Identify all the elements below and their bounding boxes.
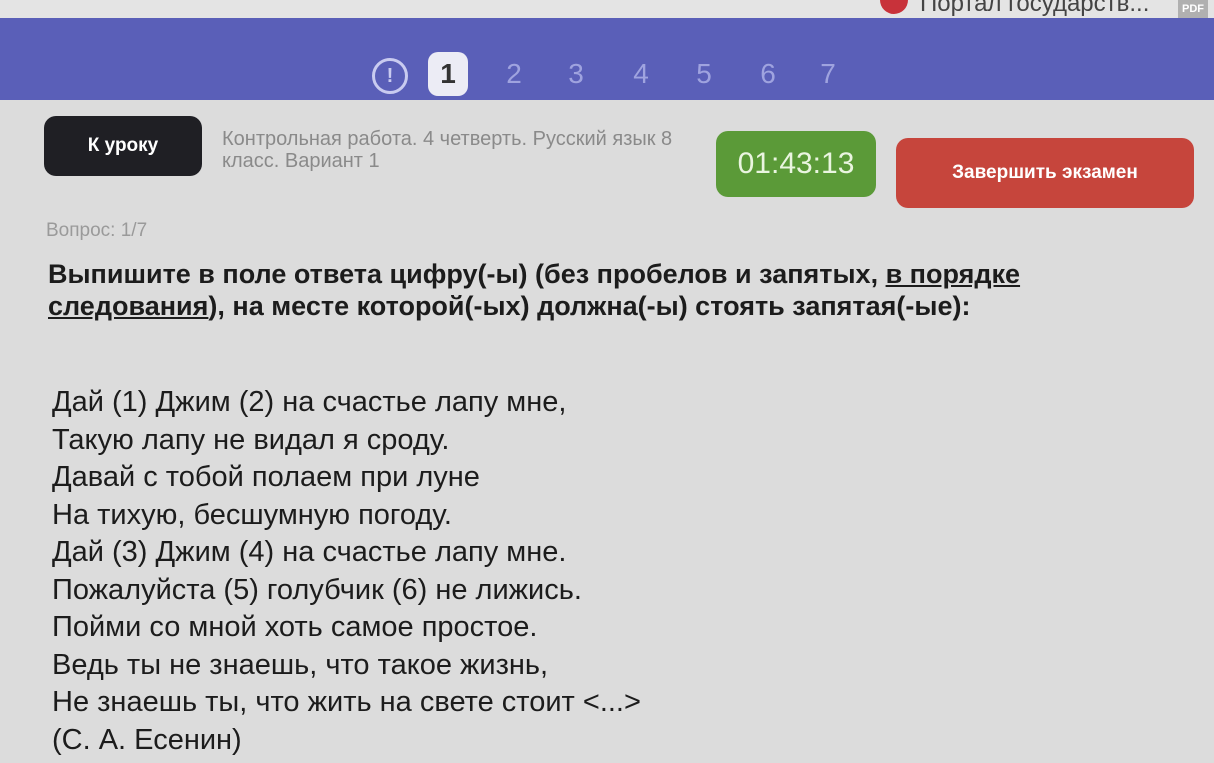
alert-icon[interactable]: ! — [372, 58, 408, 94]
poem-line: Не знаешь ты, что жить на свете стоит <.… — [52, 686, 641, 718]
poem-author: (С. А. Есенин) — [52, 723, 242, 756]
poem-text: Дай (1) Джим (2) на счастье лапу мне, Та… — [52, 384, 952, 759]
poem-line: Пойми со мной хоть самое простое. — [52, 611, 538, 643]
back-to-lesson-button[interactable]: К уроку — [44, 116, 202, 176]
poem-line: На тихую, бесшумную погоду. — [52, 498, 452, 531]
finish-exam-button[interactable]: Завершить экзамен — [896, 138, 1194, 208]
question-nav-3[interactable]: 3 — [556, 52, 596, 96]
exam-title: Контрольная работа. 4 четверть. Русский … — [222, 128, 673, 172]
question-nav-5[interactable]: 5 — [684, 52, 724, 96]
poem-line: Такую лапу не видал я сроду. — [52, 423, 450, 456]
browser-bookmarks-bar: Портал государств... PDF — [0, 0, 1214, 18]
bookmark-portal[interactable]: Портал государств... — [920, 0, 1149, 18]
question-nav-1[interactable]: 1 — [428, 52, 468, 96]
exam-timer: 01:43:13 — [716, 131, 876, 197]
question-nav-6[interactable]: 6 — [748, 52, 788, 96]
question-nav: ! 1 2 3 4 5 6 7 — [0, 52, 1214, 102]
poem-line: Дай (1) Джим (2) на счастье лапу мне, — [52, 386, 567, 418]
poem-line: Пожалуйста (5) голубчик (6) не лижись. — [52, 573, 582, 606]
gosuslugi-icon — [880, 0, 908, 14]
question-nav-7[interactable]: 7 — [808, 52, 848, 96]
instruction-text: Выпишите в поле ответа цифру(-ы) (без пр… — [48, 259, 886, 289]
poem-line: Ведь ты не знаешь, что такое жизнь, — [52, 648, 549, 681]
question-navbar: ! 1 2 3 4 5 6 7 — [0, 18, 1214, 100]
question-instruction: Выпишите в поле ответа цифру(-ы) (без пр… — [48, 258, 1138, 322]
question-nav-2[interactable]: 2 — [494, 52, 534, 96]
question-nav-4[interactable]: 4 — [621, 52, 661, 96]
question-counter: Вопрос: 1/7 — [46, 220, 148, 241]
pdf-icon[interactable]: PDF — [1178, 0, 1208, 18]
instruction-text-end: ), на месте которой(-ых) должна(-ы) стоя… — [208, 291, 971, 321]
poem-line: Дай (3) Джим (4) на счастье лапу мне. — [52, 536, 567, 568]
poem-line: Давай с тобой полаем при луне — [52, 461, 480, 493]
